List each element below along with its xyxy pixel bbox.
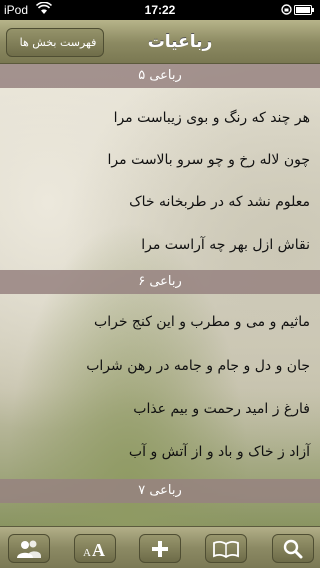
back-button-label: فهرست بخش ها <box>19 36 97 49</box>
battery-icon <box>294 5 314 15</box>
verse-line: ماثیم و می و مطرب و این کنج خراب <box>94 314 310 330</box>
navigation-bar: فهرست بخش ها رباعیات <box>0 20 320 64</box>
verse-line: فارغ ز امید رحمت و بیم عذاب <box>133 401 310 417</box>
book-icon <box>213 540 239 558</box>
page-title: رباعیات <box>147 32 213 52</box>
section-header: رباعی ۵ <box>0 64 320 88</box>
search-icon <box>283 539 303 558</box>
verse-line: معلوم نشد که در طربخانه خاک <box>129 194 310 210</box>
verse-line: هر چند که رنگ و بوی زیباست مرا <box>113 110 310 126</box>
verse-line: جان و دل و جام و جامه در رهن شراب <box>86 358 310 374</box>
orientation-lock-icon <box>281 4 292 15</box>
verse-line: نقاش ازل بهر چه آراست مرا <box>141 237 310 253</box>
search-button[interactable] <box>272 534 314 563</box>
clock: 17:22 <box>144 3 176 17</box>
verse-line: آزاد ز خاک و باد و از آتش و آب <box>128 444 310 460</box>
bottom-toolbar: A A <box>0 526 320 568</box>
poem-content[interactable]: رباعی ۵ هر چند که رنگ و بوی زیباست مرا چ… <box>0 64 320 526</box>
back-button[interactable]: فهرست بخش ها <box>6 28 104 57</box>
svg-text:A: A <box>92 540 105 559</box>
font-size-icon: A A <box>83 540 105 559</box>
section-header: رباعی ۶ <box>0 270 320 294</box>
status-bar: iPod 17:22 <box>0 0 320 20</box>
verse-line: چون لاله رخ و چو سرو بالاست مرا <box>107 152 310 168</box>
contacts-button[interactable] <box>8 534 50 563</box>
section-header: رباعی ۷ <box>0 479 320 503</box>
people-icon <box>17 540 41 558</box>
font-size-button[interactable]: A A <box>74 534 116 563</box>
bookmarks-button[interactable] <box>205 534 247 563</box>
plus-icon <box>152 540 168 557</box>
add-button[interactable] <box>139 534 181 563</box>
svg-text:A: A <box>83 547 91 559</box>
